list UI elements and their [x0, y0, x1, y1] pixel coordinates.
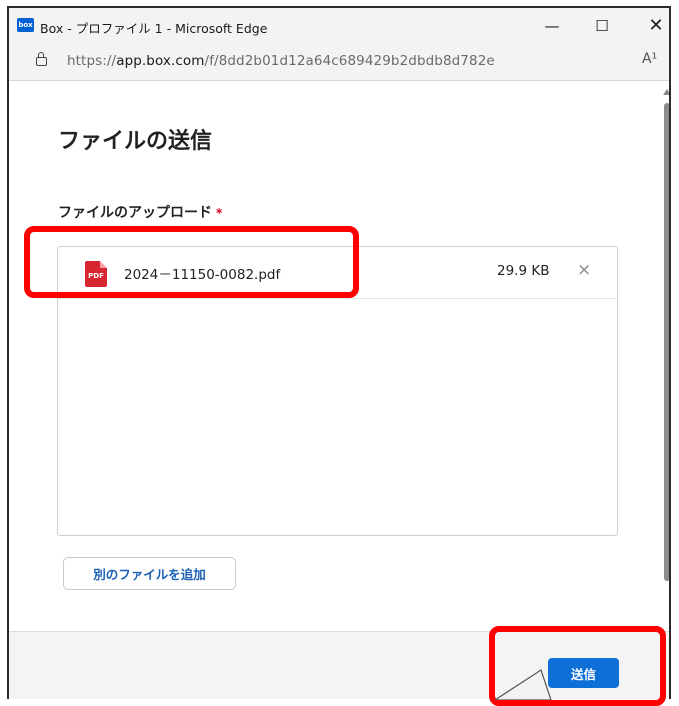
address-bar[interactable]: https://app.box.com/f/8dd2b01d12a64c6894… [9, 44, 669, 78]
highlight-file-row [24, 226, 359, 298]
read-aloud-icon[interactable]: A¹ [642, 51, 657, 67]
callout-pointer-icon [493, 669, 552, 700]
upload-label: ファイルのアップロード * [58, 202, 222, 222]
url-scheme: https:// [67, 53, 117, 69]
lock-icon[interactable] [36, 52, 47, 66]
browser-window: box Box - プロファイル 1 - Microsoft Edge — ☐ … [7, 6, 671, 699]
scroll-thumb[interactable] [664, 103, 669, 581]
scroll-up-arrow-icon[interactable] [663, 89, 669, 95]
add-another-file-button[interactable]: 別のファイルを追加 [63, 557, 236, 590]
window-title: Box - プロファイル 1 - Microsoft Edge [40, 21, 268, 36]
upload-label-text: ファイルのアップロード [58, 205, 212, 221]
url-host: app.box.com [116, 53, 205, 69]
required-mark: * [216, 206, 223, 220]
page-content: ファイルの送信 ファイルのアップロード * PDF 2024－11150-0082… [9, 80, 669, 699]
box-logo-icon: box [17, 18, 34, 32]
url-text[interactable]: https://app.box.com/f/8dd2b01d12a64c6894… [67, 53, 495, 69]
close-window-button[interactable]: ✕ [633, 8, 669, 44]
title-bar: box Box - プロファイル 1 - Microsoft Edge — ☐ … [9, 8, 669, 44]
remove-file-icon[interactable]: × [577, 260, 591, 280]
url-path: /f/8dd2b01d12a64c689429b2dbdb8d782e [204, 53, 495, 69]
dialog-title: ファイルの送信 [58, 129, 213, 154]
minimize-button[interactable]: — [529, 8, 575, 44]
vertical-scrollbar[interactable] [660, 81, 669, 631]
file-size: 29.9 KB [497, 263, 550, 279]
maximize-button[interactable]: ☐ [579, 8, 625, 44]
